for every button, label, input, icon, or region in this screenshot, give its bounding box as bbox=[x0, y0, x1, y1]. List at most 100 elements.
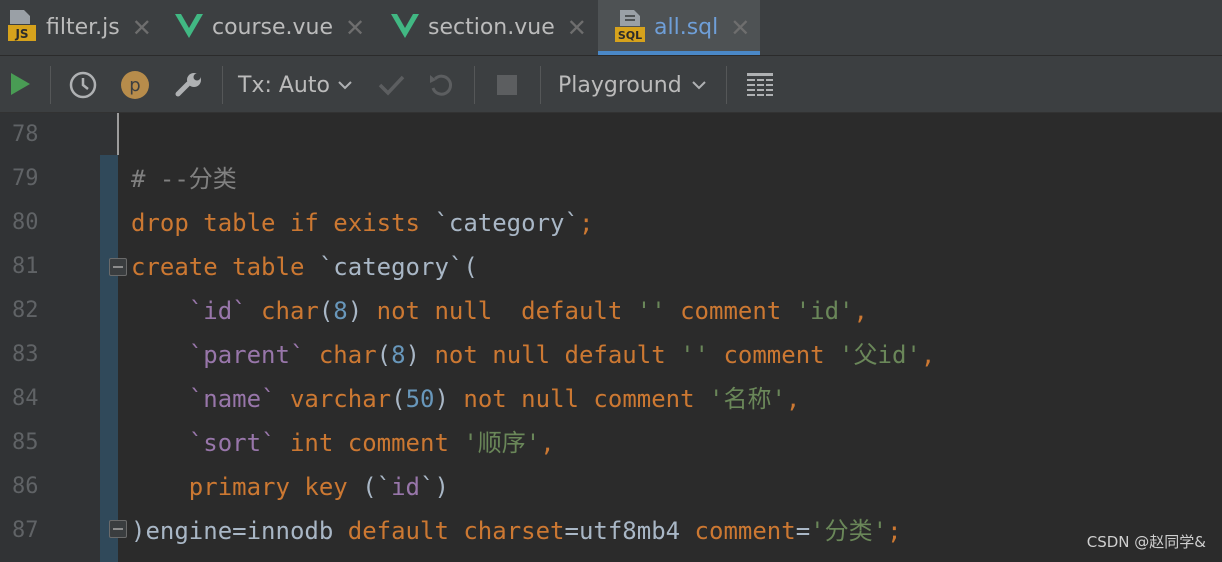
code-token: '' bbox=[636, 297, 666, 325]
table-icon bbox=[747, 73, 773, 96]
code-token: '顺序' bbox=[463, 429, 541, 457]
code-token: `parent` bbox=[188, 341, 305, 369]
close-icon[interactable]: ✕ bbox=[345, 14, 365, 42]
line-number: 82 bbox=[12, 298, 39, 323]
code-text: `sort` int comment '顺序', bbox=[131, 421, 555, 465]
p-badge-icon: p bbox=[129, 75, 140, 96]
code-token: not null default bbox=[376, 297, 637, 325]
code-text: `id` char(8) not null default '' comment… bbox=[131, 289, 868, 333]
code-text: create table `category`( bbox=[131, 245, 478, 289]
code-token: '父id' bbox=[839, 341, 921, 369]
code-token: ) bbox=[405, 341, 435, 369]
code-line[interactable]: 83 `parent` char(8) not null default '' … bbox=[0, 333, 1222, 377]
undo-icon bbox=[430, 74, 453, 96]
fold-collapse-icon[interactable] bbox=[109, 258, 127, 276]
settings-button[interactable] bbox=[172, 68, 206, 102]
vue-file-icon bbox=[174, 11, 204, 45]
code-line[interactable]: 78 bbox=[0, 113, 1222, 157]
tab-section-vue[interactable]: section.vue ✕ bbox=[384, 0, 594, 55]
code-token: comment bbox=[665, 297, 796, 325]
code-line[interactable]: 81 create table `category`( bbox=[0, 245, 1222, 289]
editor-tab-bar: JS filter.js ✕ course.vue ✕ section.vue … bbox=[0, 0, 1222, 56]
transaction-mode-dropdown[interactable]: Tx: Auto bbox=[238, 66, 354, 104]
tab-label: all.sql bbox=[654, 15, 719, 40]
schema-button[interactable]: p bbox=[118, 68, 152, 102]
code-token: ) bbox=[434, 385, 464, 413]
code-text: # --分类 bbox=[131, 157, 237, 201]
chevron-down-icon bbox=[692, 81, 706, 90]
code-token: , bbox=[853, 297, 868, 325]
rollback-button[interactable] bbox=[424, 68, 458, 102]
clock-icon bbox=[69, 71, 97, 99]
sql-file-icon: SQL bbox=[614, 8, 646, 48]
sql-badge-text: SQL bbox=[618, 29, 642, 42]
tab-course-vue[interactable]: course.vue ✕ bbox=[168, 0, 378, 55]
toolbar-separator bbox=[474, 66, 475, 104]
line-number: 79 bbox=[12, 166, 39, 191]
toolbar-separator bbox=[50, 66, 51, 104]
code-token: '' bbox=[680, 341, 709, 369]
output-layout-button[interactable] bbox=[742, 68, 778, 102]
code-token: )engine=innodb bbox=[131, 517, 348, 545]
code-token: varchar bbox=[289, 385, 392, 413]
code-token: `category`( bbox=[318, 253, 478, 281]
code-token: comment bbox=[709, 341, 840, 369]
code-token: `sort` bbox=[188, 429, 276, 457]
code-token: 'id' bbox=[795, 297, 854, 325]
code-token: drop table if exists bbox=[131, 209, 435, 237]
code-line[interactable]: 82 `id` char(8) not null default '' comm… bbox=[0, 289, 1222, 333]
toolbar-separator bbox=[222, 66, 223, 104]
tab-all-sql[interactable]: SQL all.sql ✕ bbox=[598, 0, 760, 55]
code-token: ( bbox=[391, 385, 406, 413]
code-line[interactable]: 85 `sort` int comment '顺序', bbox=[0, 421, 1222, 465]
code-token: ( bbox=[376, 341, 392, 369]
code-text: drop table if exists `category`; bbox=[131, 201, 593, 245]
code-line[interactable]: 80 drop table if exists `category`; bbox=[0, 201, 1222, 245]
code-token: `name` bbox=[188, 385, 276, 413]
code-token: , bbox=[540, 429, 555, 457]
code-token: id bbox=[391, 473, 420, 501]
code-line[interactable]: 86 primary key (`id`) bbox=[0, 465, 1222, 509]
code-line[interactable]: 87)engine=innodb default charset=utf8mb4… bbox=[0, 509, 1222, 553]
code-token: char bbox=[261, 297, 319, 325]
code-token: primary key bbox=[188, 473, 363, 501]
code-token: ( bbox=[318, 297, 334, 325]
code-text: `name` varchar(50) not null comment '名称'… bbox=[131, 377, 801, 421]
code-line[interactable]: 84 `name` varchar(50) not null comment '… bbox=[0, 377, 1222, 421]
code-token: `category` bbox=[434, 209, 579, 237]
code-token: (` bbox=[362, 473, 392, 501]
code-token: = bbox=[795, 517, 811, 545]
fold-end-icon[interactable] bbox=[109, 520, 127, 538]
close-icon[interactable]: ✕ bbox=[730, 14, 750, 42]
watermark: CSDN @赵同学& bbox=[1086, 533, 1206, 551]
commit-button[interactable] bbox=[374, 68, 408, 102]
code-token: default bbox=[347, 517, 464, 545]
tab-label: filter.js bbox=[46, 15, 120, 40]
run-button[interactable] bbox=[4, 68, 36, 100]
code-token: ) bbox=[347, 297, 377, 325]
code-token: 8 bbox=[333, 297, 348, 325]
close-icon[interactable]: ✕ bbox=[567, 14, 587, 42]
tab-filter-js[interactable]: JS filter.js ✕ bbox=[0, 0, 164, 55]
tab-label: course.vue bbox=[212, 15, 334, 40]
chevron-down-icon bbox=[338, 81, 352, 90]
code-token: 8 bbox=[391, 341, 406, 369]
session-dropdown[interactable]: Playground bbox=[558, 66, 708, 104]
code-token: '分类' bbox=[810, 517, 888, 545]
code-token: ; bbox=[887, 517, 902, 545]
close-icon[interactable]: ✕ bbox=[132, 14, 152, 42]
code-token: not null default bbox=[434, 341, 681, 369]
code-line[interactable]: 79 # --分类 bbox=[0, 157, 1222, 201]
history-button[interactable] bbox=[66, 68, 100, 102]
tx-mode-label: Tx: Auto bbox=[238, 72, 330, 98]
line-number: 83 bbox=[12, 342, 39, 367]
line-number: 80 bbox=[12, 210, 39, 235]
js-badge-text: JS bbox=[14, 27, 28, 41]
toolbar-separator bbox=[540, 66, 541, 104]
stop-button[interactable] bbox=[490, 68, 524, 102]
code-token: , bbox=[920, 341, 936, 369]
code-token: , bbox=[785, 385, 801, 413]
stop-icon bbox=[497, 75, 517, 95]
